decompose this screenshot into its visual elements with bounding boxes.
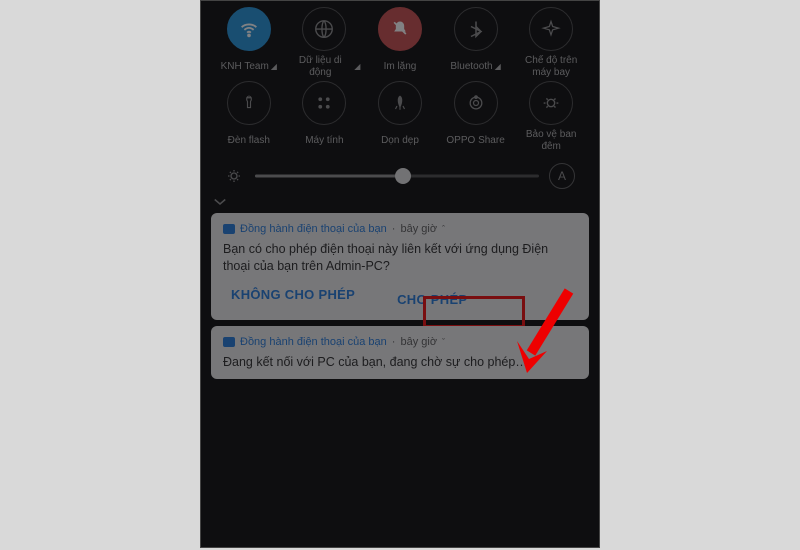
qs-airplane[interactable]: Chế độ trên máy bay [515,7,587,79]
notification-card[interactable]: Đồng hành điện thoại của bạn · bây giờ ˆ… [211,213,589,320]
collapse-chevron-icon[interactable]: ˆ [442,224,445,234]
qs-oppo-share[interactable]: OPPO Share [440,81,512,153]
qs-flashlight[interactable]: Đèn flash [213,81,285,153]
rocket-icon [378,81,422,125]
notification-body: Đang kết nối với PC của bạn, đang chờ sự… [223,354,577,371]
qs-label: Bluetooth◢ [450,55,500,79]
flashlight-icon [227,81,271,125]
brightness-slider-row: A [211,155,589,193]
qs-silent[interactable]: Im lặng [364,7,436,79]
qs-bluetooth[interactable]: Bluetooth◢ [440,7,512,79]
qs-cleanup[interactable]: Dọn dẹp [364,81,436,153]
bullet: · [392,223,396,235]
qs-calculator[interactable]: Máy tính [288,81,360,153]
qs-label: Im lặng [384,55,417,79]
expand-chevron-icon[interactable]: ˇ [442,337,445,347]
deny-button[interactable]: KHÔNG CHO PHÉP [231,287,355,312]
brightness-slider[interactable] [255,166,539,186]
bluetooth-icon [454,7,498,51]
eye-protect-icon [529,81,573,125]
expand-chevron-icon[interactable] [211,193,589,213]
phone-screen: KNH Team◢ Dữ liệu di động◢ Im lặng Bluet… [200,0,600,548]
qs-row-2: Đèn flash Máy tính Dọn dẹp OPPO Share [211,81,589,153]
qs-wifi[interactable]: KNH Team◢ [213,7,285,79]
airplane-icon [529,7,573,51]
qs-label: Dọn dẹp [381,129,419,153]
notification-app-name: Đồng hành điện thoại của bạn [240,336,387,348]
notification-app-name: Đồng hành điện thoại của bạn [240,223,387,235]
bell-off-icon [378,7,422,51]
auto-brightness-toggle[interactable]: A [549,163,575,189]
qs-label: Chế độ trên máy bay [515,55,587,79]
brightness-low-icon [225,167,245,185]
notification-header: Đồng hành điện thoại của bạn · bây giờ ˇ [223,336,577,348]
allow-button[interactable]: CHO PHÉP [385,287,479,312]
share-icon [454,81,498,125]
qs-label: Đèn flash [228,129,270,153]
calculator-icon [302,81,346,125]
qs-row-1: KNH Team◢ Dữ liệu di động◢ Im lặng Bluet… [211,7,589,79]
notification-header: Đồng hành điện thoại của bạn · bây giờ ˆ [223,223,577,235]
qs-label: OPPO Share [446,129,504,153]
qs-label: Dữ liệu di động◢ [288,55,360,79]
qs-label: Bảo vệ ban đêm [515,129,587,153]
qs-label: KNH Team◢ [221,55,277,79]
wifi-icon [227,7,271,51]
monitor-icon [223,224,235,234]
notification-body: Bạn có cho phép điện thoại này liên kết … [223,241,577,275]
qs-night-shield[interactable]: Bảo vệ ban đêm [515,81,587,153]
notification-time: bây giờ [400,336,437,348]
notification-actions: KHÔNG CHO PHÉP CHO PHÉP [223,287,577,312]
notification-card[interactable]: Đồng hành điện thoại của bạn · bây giờ ˇ… [211,326,589,379]
bullet: · [392,336,396,348]
qs-mobile-data[interactable]: Dữ liệu di động◢ [288,7,360,79]
notification-time: bây giờ [400,223,437,235]
quick-settings-panel: KNH Team◢ Dữ liệu di động◢ Im lặng Bluet… [201,1,599,213]
globe-icon [302,7,346,51]
notification-list: Đồng hành điện thoại của bạn · bây giờ ˆ… [201,213,599,379]
slider-thumb[interactable] [395,168,411,184]
monitor-icon [223,337,235,347]
qs-label: Máy tính [305,129,343,153]
